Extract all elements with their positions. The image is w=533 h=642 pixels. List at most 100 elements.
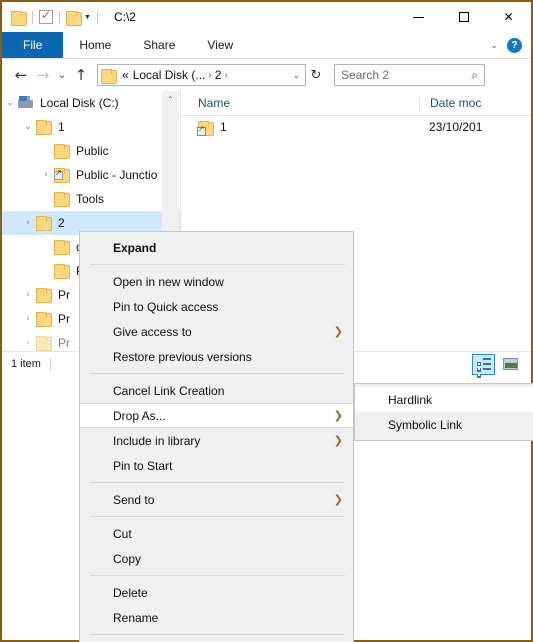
menu-separator	[90, 634, 345, 635]
menu-item-send-to[interactable]: Send to ❯	[80, 487, 353, 512]
menu-item-label: Copy	[113, 551, 142, 566]
twisty-icon[interactable]: ›	[20, 218, 36, 228]
folder-icon	[54, 192, 70, 207]
folder-icon	[54, 264, 70, 279]
menu-separator	[90, 516, 345, 517]
menu-item-copy[interactable]: Copy	[80, 546, 353, 571]
menu-item-label: Rename	[113, 610, 159, 625]
twisty-icon[interactable]: ›	[20, 314, 36, 324]
tab-home[interactable]: Home	[63, 32, 127, 58]
large-icons-view-icon	[503, 358, 518, 370]
tree-item-label: Pr	[58, 312, 70, 326]
tree-item-tools[interactable]: Tools	[2, 187, 180, 211]
refresh-button[interactable]: ↻	[306, 64, 326, 86]
column-header-date[interactable]: Date moc	[419, 95, 481, 111]
divider	[96, 10, 98, 24]
tree-item-public[interactable]: Public	[2, 139, 180, 163]
folder-icon[interactable]	[11, 10, 27, 26]
submenu-item-hardlink[interactable]: Hardlink	[355, 387, 533, 412]
chevron-right-icon: ❯	[333, 434, 343, 447]
title-bar: ▼ C:\2 ✕	[2, 2, 531, 32]
tree-item-public-junction[interactable]: › Public - Junctio	[2, 163, 180, 187]
window-title: C:\2	[113, 10, 136, 24]
folder-icon	[36, 120, 52, 135]
tree-item-label: Tools	[76, 192, 105, 206]
forward-button[interactable]: →	[32, 64, 54, 86]
menu-item-label: Restore previous versions	[113, 349, 252, 364]
twisty-icon[interactable]: ⌄	[20, 122, 36, 132]
divider	[49, 357, 51, 371]
properties-icon[interactable]	[39, 8, 53, 24]
chevron-right-icon: ❯	[333, 325, 343, 338]
up-button[interactable]: ↑	[70, 64, 92, 86]
menu-item-delete[interactable]: Delete	[80, 580, 353, 605]
window-controls: ✕	[396, 2, 531, 32]
menu-item-cancel-link-creation[interactable]: Cancel Link Creation	[80, 378, 353, 403]
context-menu[interactable]: Expand Open in new window Pin to Quick a…	[79, 231, 354, 642]
twisty-icon[interactable]: ⌄	[2, 98, 18, 108]
column-headers: Name Date moc	[181, 91, 531, 116]
menu-item-open-in-new-window[interactable]: Open in new window	[80, 269, 353, 294]
file-name-cell: 1	[181, 120, 419, 136]
menu-item-label: Drop As...	[113, 408, 166, 423]
breadcrumb-item-2[interactable]: 2	[215, 68, 222, 82]
divider	[59, 10, 60, 24]
tab-share[interactable]: Share	[127, 32, 191, 58]
minimize-button[interactable]	[396, 2, 441, 32]
breadcrumb[interactable]: « Local Disk (... › 2 › ⌄	[97, 64, 306, 86]
large-icons-view-button[interactable]	[499, 354, 522, 375]
breadcrumb-item-disk[interactable]: Local Disk (...	[133, 68, 206, 82]
tree-item-local-disk[interactable]: ⌄ Local Disk (C:)	[2, 91, 180, 115]
menu-item-label: Cut	[113, 526, 132, 541]
ribbon-tabs: File Home Share View ⌄ ?	[2, 32, 531, 59]
recent-locations-button[interactable]: ⌄	[54, 64, 70, 86]
breadcrumb-overflow[interactable]: «	[122, 68, 129, 82]
chevron-down-icon[interactable]: ▼	[84, 14, 91, 21]
folder-icon	[54, 240, 70, 255]
menu-item-give-access-to[interactable]: Give access to ❯	[80, 319, 353, 344]
tree-item-1[interactable]: ⌄ 1	[2, 115, 180, 139]
search-icon[interactable]: ⌕	[471, 68, 478, 83]
twisty-icon[interactable]: ›	[20, 338, 36, 348]
maximize-button[interactable]	[441, 2, 486, 32]
help-icon[interactable]: ?	[507, 37, 522, 53]
menu-separator	[90, 373, 345, 374]
menu-item-restore-previous-versions[interactable]: Restore previous versions	[80, 344, 353, 369]
submenu-item-symbolic-link[interactable]: Symbolic Link	[355, 412, 533, 437]
drop-as-submenu[interactable]: Hardlink Symbolic Link	[354, 383, 533, 441]
close-button[interactable]: ✕	[486, 2, 531, 32]
menu-item-cut[interactable]: Cut	[80, 521, 353, 546]
breadcrumb-separator: ›	[208, 69, 212, 81]
details-view-icon	[476, 358, 491, 370]
address-bar: ← → ⌄ ↑ « Local Disk (... › 2 › ⌄ ↻ Sear…	[2, 59, 531, 91]
menu-item-drop-as[interactable]: Drop As... ❯	[80, 403, 353, 428]
menu-item-label: Expand	[113, 240, 157, 255]
menu-item-include-in-library[interactable]: Include in library ❯	[80, 428, 353, 453]
chevron-right-icon: ❯	[333, 493, 343, 506]
scroll-up-icon[interactable]: ⌃	[162, 91, 179, 108]
tab-view[interactable]: View	[191, 32, 249, 58]
folder-icon	[54, 144, 70, 159]
search-input[interactable]: Search 2 ⌕	[334, 64, 485, 86]
twisty-icon[interactable]: ›	[20, 290, 36, 300]
back-button[interactable]: ←	[10, 64, 32, 86]
menu-item-rename[interactable]: Rename	[80, 605, 353, 630]
quick-access-toolbar: ▼	[2, 8, 104, 26]
details-view-button[interactable]	[472, 353, 495, 375]
item-count-label: 1 item	[11, 358, 41, 370]
column-header-name[interactable]: Name	[181, 96, 419, 110]
menu-item-label: Open in new window	[113, 274, 224, 289]
chevron-right-icon: ❯	[333, 409, 343, 422]
menu-item-pin-to-quick-access[interactable]: Pin to Quick access	[80, 294, 353, 319]
table-row[interactable]: 1 23/10/201	[181, 116, 531, 138]
menu-item-pin-to-start[interactable]: Pin to Start	[80, 453, 353, 478]
breadcrumb-dropdown-icon[interactable]: ⌄	[292, 70, 302, 81]
chevron-down-icon[interactable]: ⌄	[490, 40, 498, 51]
menu-separator	[90, 575, 345, 576]
twisty-icon[interactable]: ›	[38, 170, 54, 180]
menu-item-label: Pin to Start	[113, 458, 173, 473]
tab-file[interactable]: File	[2, 32, 64, 58]
new-folder-icon[interactable]	[66, 10, 82, 26]
menu-item-expand[interactable]: Expand	[80, 235, 353, 260]
tree-item-label: Public	[76, 144, 109, 158]
